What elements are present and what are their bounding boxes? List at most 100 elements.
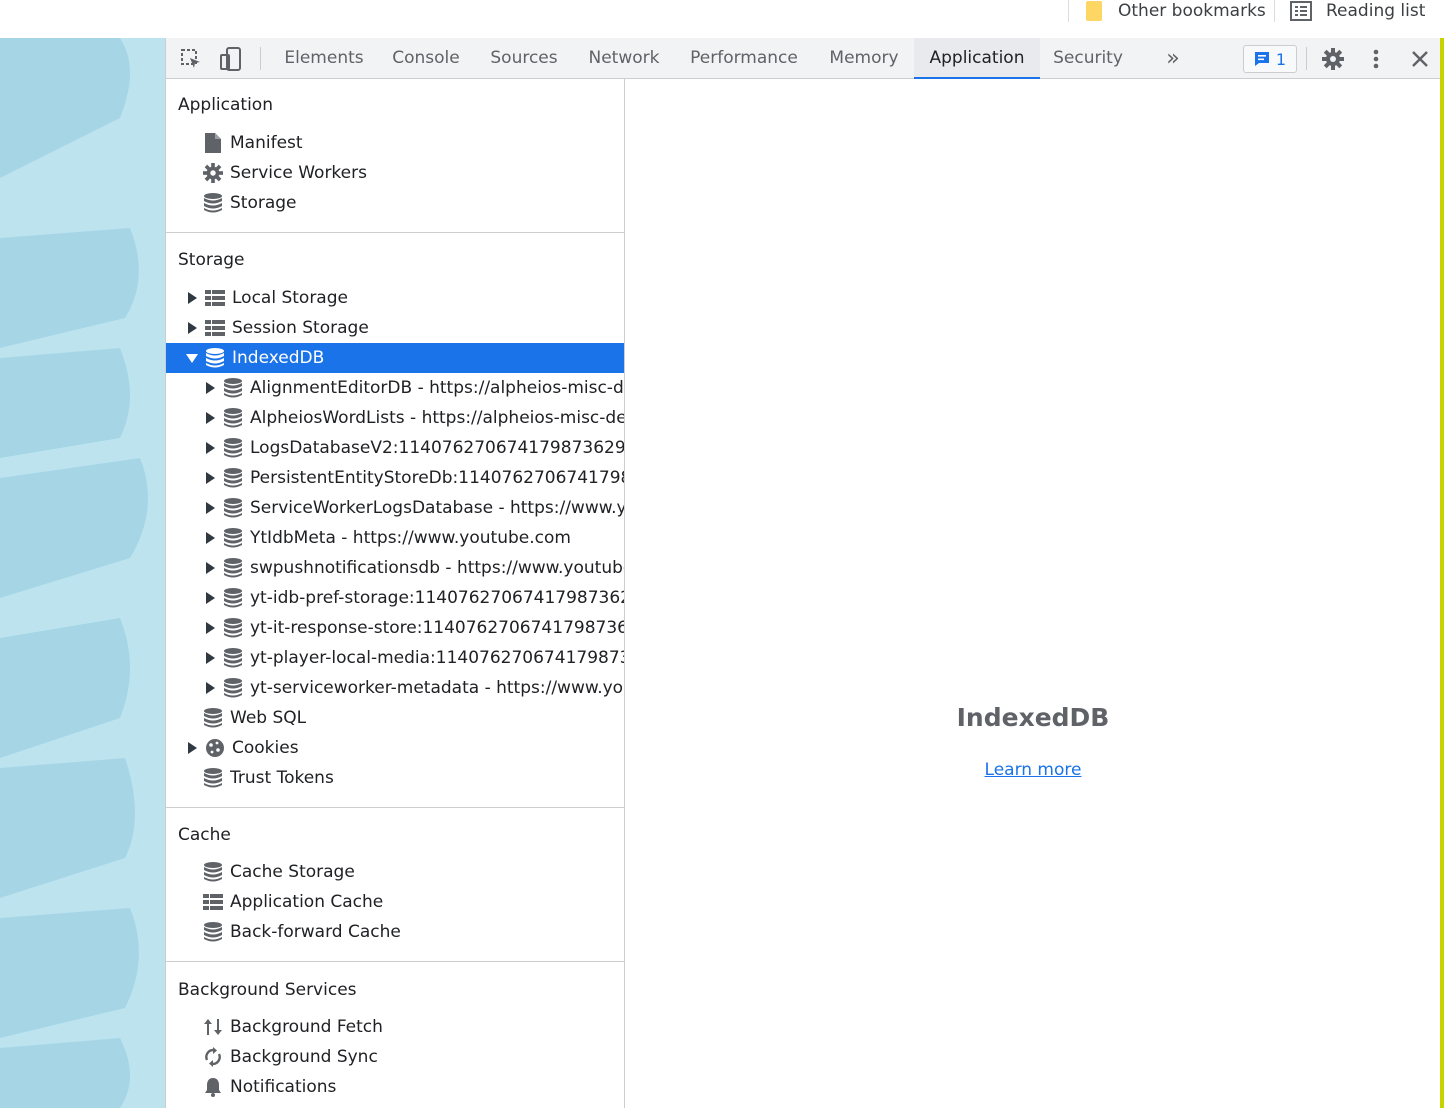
sidebar-item-manifest[interactable]: Manifest [166,128,624,158]
indexeddb-database-item[interactable]: YtIdbMeta - https://www.youtube.com [166,523,624,553]
section-title-application: Application [178,95,273,115]
expand-triangle-icon[interactable] [204,621,216,635]
sidebar-item-session-storage[interactable]: Session Storage [166,313,624,343]
database-icon [202,861,224,883]
expand-triangle-icon[interactable] [204,441,216,455]
folder-icon [1086,1,1102,21]
database-name: YtIdbMeta - https://www.youtube.com [250,528,571,548]
tab-sources[interactable]: Sources [474,38,574,79]
sync-icon [202,1046,224,1068]
database-name: yt-serviceworker-metadata - https://www.… [250,678,625,698]
tab-memory[interactable]: Memory [814,38,914,79]
sidebar-item-notifications[interactable]: Notifications [166,1072,624,1102]
devtools-panel: Elements Console Sources Network Perform… [165,38,1440,1108]
indexeddb-database-item[interactable]: ServiceWorkerLogsDatabase - https://www.… [166,493,625,523]
database-icon [222,437,244,459]
inspect-element-icon[interactable] [178,46,204,72]
database-name: AlignmentEditorDB - https://alpheios-mis… [250,378,625,398]
sidebar-item-background-fetch[interactable]: Background Fetch [166,1012,624,1042]
expand-triangle-icon[interactable] [204,681,216,695]
database-name: swpushnotificationsdb - https://www.yout… [250,558,625,578]
toolbar-separator [1306,47,1307,70]
reading-list-label: Reading list [1326,1,1426,21]
collapse-triangle-icon[interactable] [186,351,198,365]
tab-security[interactable]: Security [1040,38,1136,79]
section-divider [166,232,624,233]
sidebar-item-trust-tokens[interactable]: Trust Tokens [166,763,624,793]
database-icon [204,347,226,369]
expand-triangle-icon[interactable] [186,321,198,335]
section-divider [166,807,624,808]
sidebar-item-label: Background Fetch [230,1017,383,1037]
more-tabs-button[interactable]: » [1146,38,1200,79]
database-icon [222,647,244,669]
close-icon[interactable] [1407,46,1433,72]
up-down-arrows-icon [202,1016,224,1038]
indexeddb-database-item[interactable]: yt-serviceworker-metadata - https://www.… [166,673,625,703]
sidebar-item-label: Application Cache [230,892,384,912]
reading-list-button[interactable]: Reading list [1290,0,1425,22]
tab-network[interactable]: Network [574,38,674,79]
indexeddb-database-item[interactable]: swpushnotificationsdb - https://www.yout… [166,553,625,583]
sidebar-item-web-sql[interactable]: Web SQL [166,703,624,733]
sidebar-item-storage[interactable]: Storage [166,188,624,218]
expand-triangle-icon[interactable] [204,591,216,605]
devtools-toolbar: Elements Console Sources Network Perform… [166,38,1440,79]
indexeddb-database-item[interactable]: yt-it-response-store:1140762706741798736… [166,613,624,643]
indexeddb-database-item[interactable]: AlignmentEditorDB - https://alpheios-mis… [166,373,625,403]
tab-elements[interactable]: Elements [270,38,378,79]
sidebar-item-cache-storage[interactable]: Cache Storage [166,857,624,887]
sidebar-item-label: Cache Storage [230,862,355,882]
database-icon [202,192,224,214]
settings-gear-icon[interactable] [1320,46,1346,72]
expand-triangle-icon[interactable] [204,381,216,395]
expand-triangle-icon[interactable] [186,741,198,755]
issues-counter-button[interactable]: 1 [1243,45,1297,73]
learn-more-link[interactable]: Learn more [626,760,1440,780]
database-icon [222,377,244,399]
database-icon [202,707,224,729]
expand-triangle-icon[interactable] [204,471,216,485]
toolbar-separator [260,47,261,70]
sidebar-item-label: Session Storage [232,318,369,338]
section-title-background-services: Background Services [178,980,357,1000]
sidebar-item-service-workers[interactable]: Service Workers [166,158,624,188]
section-divider [166,961,624,962]
page-background [0,38,165,1108]
indexeddb-database-item[interactable]: yt-idb-pref-storage:11407627067417987362… [166,583,625,613]
sidebar-item-background-sync[interactable]: Background Sync [166,1042,624,1072]
expand-triangle-icon[interactable] [204,561,216,575]
expand-triangle-icon[interactable] [204,531,216,545]
tab-performance[interactable]: Performance [674,38,814,79]
sidebar-item-application-cache[interactable]: Application Cache [166,887,624,917]
database-icon [222,467,244,489]
bell-icon [202,1076,224,1098]
indexeddb-database-item[interactable]: PersistentEntityStoreDb:1140762706741798… [166,463,624,493]
device-toolbar-icon[interactable] [218,46,244,72]
expand-triangle-icon[interactable] [204,651,216,665]
more-options-icon[interactable] [1363,46,1389,72]
expand-triangle-icon[interactable] [204,501,216,515]
grid-icon [204,287,226,309]
expand-triangle-icon[interactable] [204,411,216,425]
sidebar-item-label: IndexedDB [232,348,325,368]
indexeddb-database-item[interactable]: yt-player-local-media:114076270674179873… [166,643,624,673]
sidebar-item-cookies[interactable]: Cookies [166,733,624,763]
tab-application[interactable]: Application [914,38,1040,79]
bookmarks-separator [1274,0,1275,22]
expand-triangle-icon[interactable] [186,291,198,305]
sidebar-item-indexeddb[interactable]: IndexedDB [166,343,624,373]
other-bookmarks-button[interactable]: Other bookmarks [1086,0,1266,22]
indexeddb-database-item[interactable]: AlpheiosWordLists - https://alpheios-mis… [166,403,625,433]
issues-count: 1 [1275,49,1287,69]
sidebar-item-local-storage[interactable]: Local Storage [166,283,624,313]
database-name: yt-idb-pref-storage:11407627067417987362… [250,588,625,608]
sidebar-item-back-forward-cache[interactable]: Back-forward Cache [166,917,624,947]
database-name: AlpheiosWordLists - https://alpheios-mis… [250,408,625,428]
application-sidebar: Application Manifest Service Workers Sto… [166,79,625,1108]
database-icon [202,767,224,789]
database-icon [202,921,224,943]
indexeddb-database-item[interactable]: LogsDatabaseV2:114076270674179873629|| -… [166,433,624,463]
tab-console[interactable]: Console [378,38,474,79]
database-name: ServiceWorkerLogsDatabase - https://www.… [250,498,625,518]
